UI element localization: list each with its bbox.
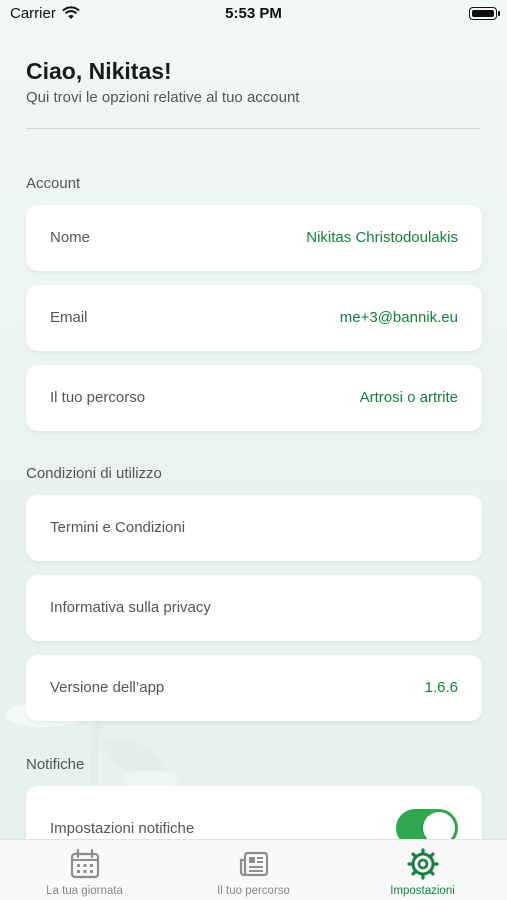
version-row: Versione dell’app 1.6.6 bbox=[26, 655, 482, 721]
tab-label: Il tuo percorso bbox=[217, 885, 290, 897]
path-value: Artrosi o artrite bbox=[359, 389, 458, 406]
email-value: me+3@bannik.eu bbox=[339, 309, 458, 326]
section-title-terms: Condizioni di utilizzo bbox=[26, 465, 162, 482]
tab-impostazioni[interactable]: Impostazioni bbox=[338, 840, 507, 900]
terms-label: Termini e Condizioni bbox=[50, 519, 186, 536]
terms-row[interactable]: Termini e Condizioni bbox=[26, 495, 482, 561]
gear-icon bbox=[407, 848, 439, 880]
tab-il-tuo-percorso[interactable]: Il tuo percorso bbox=[169, 840, 338, 900]
name-value: Nikitas Christodoulakis bbox=[306, 229, 458, 246]
section-title-account: Account bbox=[26, 175, 81, 192]
version-value: 1.6.6 bbox=[424, 679, 458, 696]
battery-icon bbox=[469, 7, 500, 20]
section-title-notifications: Notifiche bbox=[26, 756, 85, 773]
status-bar: Carrier 5:53 PM bbox=[0, 0, 507, 30]
version-label: Versione dell’app bbox=[50, 679, 165, 696]
notification-settings-label: Impostazioni notifiche bbox=[50, 820, 195, 837]
tab-label: Impostazioni bbox=[390, 885, 455, 897]
email-label: Email bbox=[50, 309, 88, 326]
privacy-label: Informativa sulla privacy bbox=[50, 599, 211, 616]
header-divider bbox=[26, 128, 481, 129]
page-subtitle: Qui trovi le opzioni relative al tuo acc… bbox=[26, 89, 300, 106]
newspaper-icon bbox=[239, 851, 269, 877]
page-title: Ciao, Nikitas! bbox=[26, 58, 172, 84]
name-row[interactable]: Nome Nikitas Christodoulakis bbox=[26, 205, 482, 271]
page-header: Ciao, Nikitas! Qui trovi le opzioni rela… bbox=[26, 58, 299, 106]
path-row[interactable]: Il tuo percorso Artrosi o artrite bbox=[26, 365, 482, 431]
name-label: Nome bbox=[50, 229, 91, 246]
path-label: Il tuo percorso bbox=[50, 389, 146, 406]
tab-bar: La tua giornata Il tuo percorso Impostaz… bbox=[0, 839, 507, 900]
tab-label: La tua giornata bbox=[46, 885, 123, 897]
email-row[interactable]: Email me+3@bannik.eu bbox=[26, 285, 482, 351]
privacy-row[interactable]: Informativa sulla privacy bbox=[26, 575, 482, 641]
clock: 5:53 PM bbox=[225, 5, 282, 22]
calendar-icon bbox=[70, 848, 100, 879]
tab-la-tua-giornata[interactable]: La tua giornata bbox=[0, 840, 169, 900]
